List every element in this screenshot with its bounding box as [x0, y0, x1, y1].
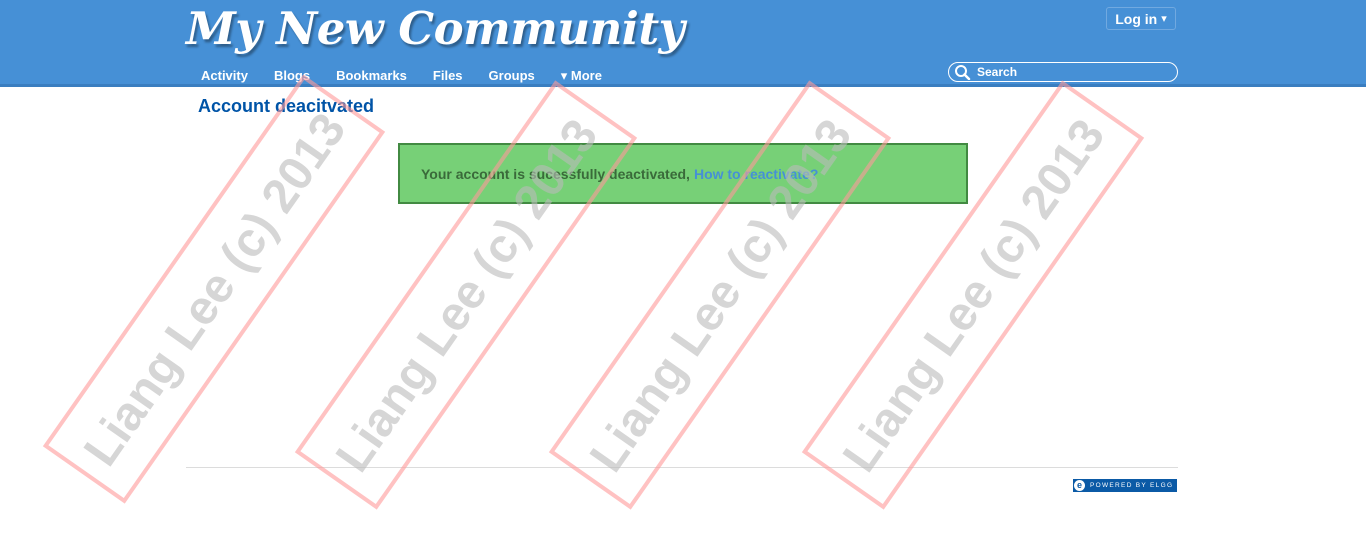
footer-divider: [186, 467, 1178, 468]
powered-by-elgg-badge[interactable]: e POWERED BY ELGG: [1073, 479, 1177, 492]
nav-item-groups[interactable]: Groups: [476, 66, 548, 84]
reactivate-link[interactable]: How to reactivate?: [694, 166, 818, 182]
svg-text:Liang Lee (c) 2013: Liang Lee (c) 2013: [74, 104, 356, 475]
search-icon[interactable]: [953, 64, 973, 80]
message-text: Your account is sucessfully deactivated,: [421, 165, 690, 182]
top-bar: My New Community Log in ▾ Activity Blogs…: [0, 0, 1366, 87]
success-message: Your account is sucessfully deactivated,…: [398, 143, 968, 204]
search-box[interactable]: [948, 62, 1178, 82]
elgg-badge-text: POWERED BY ELGG: [1090, 482, 1174, 489]
page-title: Account deacitvated: [198, 96, 375, 116]
site-menu: Activity Blogs Bookmarks Files Groups ▾ …: [188, 66, 615, 84]
nav-item-activity[interactable]: Activity: [188, 66, 261, 84]
login-button[interactable]: Log in ▾: [1106, 7, 1176, 30]
login-label: Log in: [1115, 10, 1158, 27]
nav-item-more[interactable]: ▾ More: [548, 66, 615, 84]
elgg-logo-icon: e: [1074, 480, 1085, 491]
search-input[interactable]: [973, 65, 1167, 79]
nav-item-bookmarks[interactable]: Bookmarks: [323, 66, 420, 84]
chevron-down-icon: ▾: [1161, 13, 1167, 25]
watermark: Liang Lee (c) 2013: [42, 74, 386, 504]
nav-item-blogs[interactable]: Blogs: [261, 66, 323, 84]
site-title[interactable]: My New Community: [186, 2, 685, 55]
nav-item-files[interactable]: Files: [420, 66, 476, 84]
